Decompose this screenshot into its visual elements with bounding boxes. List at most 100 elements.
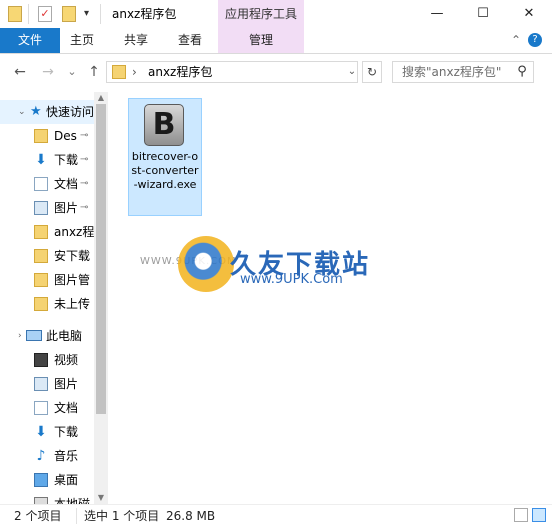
sidebar-item-pictures[interactable]: 图片 ⊸: [0, 196, 94, 220]
drive-icon: [34, 497, 48, 504]
divider: [28, 4, 29, 24]
download-icon: ⬇: [35, 424, 47, 440]
large-icons-view-icon[interactable]: [532, 508, 546, 522]
tab-share[interactable]: 共享: [116, 28, 156, 53]
sidebar-item-desktop-pc[interactable]: 桌面: [0, 468, 94, 492]
help-icon[interactable]: ?: [528, 33, 542, 47]
chevron-down-icon[interactable]: ⌄: [18, 100, 26, 124]
pin-icon: ⊸: [80, 154, 89, 165]
sidebar-item-pc-documents[interactable]: 文档: [0, 396, 94, 420]
window-title: anxz程序包: [112, 7, 177, 21]
folder-icon: [34, 249, 48, 263]
folder-icon: [34, 225, 48, 239]
folder-icon: [34, 129, 48, 143]
sidebar-item-quick-access[interactable]: ⌄ ★ 快速访问: [0, 100, 94, 124]
sidebar-item-desktop[interactable]: Des ⊸: [0, 124, 94, 148]
search-placeholder: 搜索"anxz程序包": [402, 65, 502, 79]
document-icon: [34, 177, 48, 191]
properties-icon[interactable]: ✓: [38, 6, 52, 22]
status-bar: [0, 504, 552, 529]
scroll-down-icon[interactable]: ▼: [94, 492, 108, 504]
exe-app-icon[interactable]: B: [144, 104, 184, 146]
watermark-url: www.9UPK.Com: [240, 272, 343, 287]
sidebar-item-label: 视频: [54, 353, 79, 367]
sidebar-item-documents[interactable]: 文档 ⊸: [0, 172, 94, 196]
download-icon: ⬇: [35, 152, 47, 168]
tab-view[interactable]: 查看: [170, 28, 210, 53]
refresh-button[interactable]: ↻: [362, 61, 382, 83]
star-icon: ★: [30, 104, 42, 119]
sidebar-item-label: 本地磁: [54, 497, 91, 504]
scroll-up-icon[interactable]: ▲: [94, 92, 108, 104]
sidebar-item-this-pc[interactable]: › 此电脑: [0, 324, 94, 348]
divider: [100, 4, 101, 24]
forward-button[interactable]: →: [38, 62, 58, 82]
sidebar-item-anxz[interactable]: anxz程: [0, 220, 94, 244]
tab-manage[interactable]: 管理: [218, 28, 304, 53]
file-name[interactable]: bitrecover-ost-converter-wizard.exe: [130, 150, 200, 192]
picture-icon: [34, 377, 48, 391]
folder-icon: [112, 65, 126, 79]
sidebar-item-label: 下载: [54, 425, 79, 439]
new-folder-icon[interactable]: [62, 6, 76, 22]
maximize-button[interactable]: ☐: [460, 0, 506, 28]
pin-icon: ⊸: [80, 202, 89, 213]
sidebar-item-label: 图片: [54, 201, 79, 215]
sidebar-item-label: anxz程: [54, 225, 94, 239]
address-bar[interactable]: [106, 61, 358, 83]
details-view-icon[interactable]: [514, 508, 528, 522]
close-button[interactable]: ✕: [506, 0, 552, 28]
sidebar-item-label: 文档: [54, 177, 79, 191]
sidebar-item-picture-manager[interactable]: 图片管: [0, 268, 94, 292]
sidebar-item-not-uploaded[interactable]: 未上传: [0, 292, 94, 316]
address-dropdown-icon[interactable]: ⌄: [344, 61, 360, 83]
back-button[interactable]: ←: [10, 62, 30, 82]
pin-icon: ⊸: [80, 178, 89, 189]
sidebar-item-pc-pictures[interactable]: 图片: [0, 372, 94, 396]
sidebar-item-music[interactable]: ♪ 音乐: [0, 444, 94, 468]
sidebar-item-pc-downloads[interactable]: ⬇ 下载: [0, 420, 94, 444]
sidebar-item-label: 图片管: [54, 273, 91, 287]
search-icon[interactable]: ⚲: [512, 61, 532, 83]
sidebar-item-downloads[interactable]: ⬇ 下载 ⊸: [0, 148, 94, 172]
folder-icon: [34, 273, 48, 287]
scrollbar-thumb[interactable]: [96, 104, 106, 414]
sidebar-item-label: 音乐: [54, 449, 79, 463]
sidebar-item-label: 下载: [54, 153, 79, 167]
up-button[interactable]: ↑: [84, 62, 104, 82]
sidebar-item-label: 图片: [54, 377, 79, 391]
sidebar-item-label: Des: [54, 129, 77, 143]
chevron-right-icon[interactable]: ›: [18, 324, 22, 348]
pin-icon: ⊸: [80, 130, 89, 141]
sidebar-item-label: 桌面: [54, 473, 79, 487]
sidebar-item-label: 未上传: [54, 297, 91, 311]
folder-icon[interactable]: [8, 6, 22, 22]
context-tab-label: 应用程序工具: [224, 7, 297, 21]
selection-status: 选中 1 个项目: [84, 509, 160, 523]
sidebar-item-label: 快速访问: [46, 105, 94, 119]
folder-icon: [34, 297, 48, 311]
quick-access-dropdown-icon[interactable]: ▾: [84, 6, 89, 22]
breadcrumb[interactable]: anxz程序包: [148, 61, 212, 83]
document-icon: [34, 401, 48, 415]
video-icon: [34, 353, 48, 367]
recent-locations-button[interactable]: ⌄: [62, 62, 82, 82]
selection-size: 26.8 MB: [166, 509, 216, 523]
sidebar-item-label: 此电脑: [46, 329, 83, 343]
picture-icon: [34, 201, 48, 215]
navigation-pane: ⌄ ★ 快速访问 Des ⊸ ⬇ 下载 ⊸ 文档 ⊸ 图片 ⊸ anxz程 安下…: [0, 92, 94, 504]
music-icon: ♪: [36, 448, 46, 464]
tab-file[interactable]: 文件: [0, 28, 60, 53]
minimize-button[interactable]: —: [414, 0, 460, 28]
sidebar-item-label: 安下载: [54, 249, 91, 263]
sidebar-item-anxiazai[interactable]: 安下载: [0, 244, 94, 268]
tab-home[interactable]: 主页: [62, 28, 102, 53]
collapse-ribbon-icon[interactable]: ⌃: [508, 28, 524, 53]
breadcrumb-separator[interactable]: ›: [132, 61, 137, 83]
item-count: 2 个项目: [14, 509, 62, 523]
computer-icon: [26, 330, 42, 341]
desktop-icon: [34, 473, 48, 487]
divider: [76, 508, 77, 524]
sidebar-item-local-disk[interactable]: 本地磁: [0, 492, 94, 504]
sidebar-item-videos[interactable]: 视频: [0, 348, 94, 372]
